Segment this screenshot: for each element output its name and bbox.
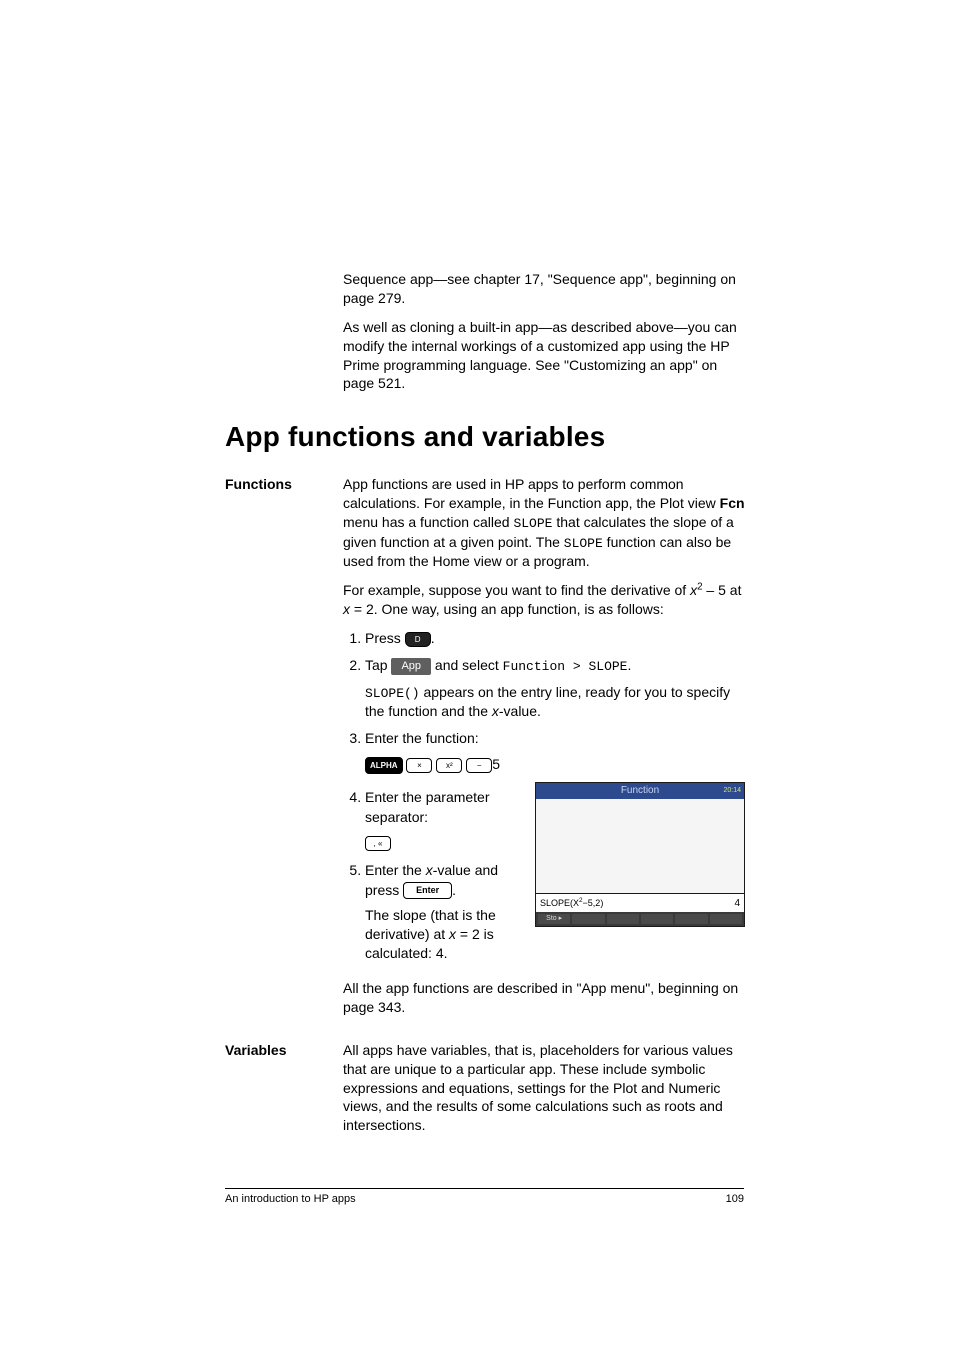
screenshot-result: 4 [734, 898, 740, 909]
softkey-blank [641, 914, 673, 924]
page-footer: An introduction to HP apps 109 [225, 1188, 744, 1205]
page-number: 109 [726, 1193, 744, 1205]
steps-list: Press D. Tap App and select Function > S… [343, 629, 745, 774]
step-2: Tap App and select Function > SLOPE. SLO… [365, 656, 745, 721]
screenshot-entry-line: SLOPE(X2−5,2) 4 [536, 893, 744, 912]
functions-closer: All the app functions are described in "… [343, 979, 745, 1017]
text: −5,2 [583, 898, 601, 908]
var-x: x [449, 926, 456, 942]
text: Tap [365, 657, 391, 673]
screenshot-time: 20:14 [723, 783, 741, 799]
variables-p1: All apps have variables, that is, placeh… [343, 1041, 745, 1135]
text: menu has a function called [343, 514, 513, 530]
app-softkey: App [391, 658, 431, 675]
text: SLOPE [540, 898, 570, 908]
variables-section: Variables All apps have variables, that … [225, 1041, 745, 1145]
screenshot-body [536, 799, 744, 893]
screenshot-title: Function [621, 785, 659, 796]
step-4-keys: , « [365, 833, 521, 853]
var-x: x [426, 862, 433, 878]
section-heading: App functions and variables [225, 421, 745, 453]
var-x: x [492, 703, 499, 719]
softkey-blank [572, 914, 604, 924]
text: For example, suppose you want to find th… [343, 582, 690, 598]
page: Sequence app—see chapter 17, "Sequence a… [0, 0, 954, 1350]
text: = 2. One way, using an app function, is … [350, 601, 664, 617]
text: Enter the function: [365, 730, 479, 746]
softkey-blank [607, 914, 639, 924]
step-4-5-with-screenshot: Enter the parameter separator: , « Enter… [343, 782, 745, 971]
slope-call: SLOPE() [365, 686, 420, 701]
step-3: Enter the function: ALPHA × x² −5 [365, 729, 745, 774]
content-area: Sequence app—see chapter 17, "Sequence a… [225, 270, 745, 1145]
text: -value. [499, 703, 541, 719]
softkey-sto: Sto ▸ [538, 914, 570, 924]
calculator-screenshot: Function 20:14 SLOPE(X2−5,2) 4 Sto ▸ [535, 782, 745, 927]
screenshot-expression: SLOPE(X2−5,2) [540, 898, 603, 908]
text: 5 [492, 756, 500, 772]
var-x: x [343, 601, 350, 617]
intro-p2: As well as cloning a built-in app—as des… [343, 318, 745, 394]
text: and select [431, 657, 503, 673]
left-column: Enter the parameter separator: , « Enter… [343, 782, 521, 971]
text: Enter the parameter separator: [365, 789, 490, 825]
step-4: Enter the parameter separator: , « [365, 788, 521, 853]
intro-continuation: Sequence app—see chapter 17, "Sequence a… [343, 270, 745, 393]
screenshot-titlebar: Function 20:14 [536, 783, 744, 799]
steps-list-cont: Enter the parameter separator: , « Enter… [343, 788, 521, 963]
enter-key-icon: Enter [403, 882, 452, 899]
step-3-keys: ALPHA × x² −5 [365, 755, 745, 775]
slope-mono-1: SLOPE [513, 516, 552, 531]
text: – 5 at [703, 582, 742, 598]
multiply-key-icon: × [406, 758, 432, 773]
text: App functions are used in HP apps to per… [343, 476, 720, 511]
step-5-sub: The slope (that is the derivative) at x … [365, 906, 521, 963]
alpha-key-icon: ALPHA [365, 757, 403, 774]
text: Enter the [365, 862, 426, 878]
step-2-sub: SLOPE() appears on the entry line, ready… [365, 683, 745, 721]
functions-body: App functions are used in HP apps to per… [343, 475, 745, 1026]
xsquared-key-icon: x² [436, 758, 462, 773]
text: . [452, 882, 456, 898]
variables-label: Variables [225, 1041, 343, 1058]
comma-key-icon: , « [365, 836, 391, 851]
text: . [431, 630, 435, 646]
footer-title: An introduction to HP apps [225, 1193, 356, 1205]
softkey-blank [675, 914, 707, 924]
functions-p1: App functions are used in HP apps to per… [343, 475, 745, 571]
text: appears on the entry line, ready for you… [365, 684, 730, 720]
step-1: Press D. [365, 629, 745, 649]
minus-key-icon: − [466, 758, 492, 773]
intro-p1: Sequence app—see chapter 17, "Sequence a… [343, 270, 745, 308]
softkey-blank [710, 914, 742, 924]
text: . [627, 657, 631, 673]
fcn-bold: Fcn [720, 495, 745, 511]
function-slope-path: Function > SLOPE [503, 659, 628, 674]
screenshot-softkey-row: Sto ▸ [536, 912, 744, 926]
toolbox-key-icon: D [405, 632, 431, 647]
functions-p2: For example, suppose you want to find th… [343, 581, 745, 619]
slope-mono-2: SLOPE [564, 536, 603, 551]
functions-label: Functions [225, 475, 343, 492]
variables-body: All apps have variables, that is, placeh… [343, 1041, 745, 1145]
functions-section: Functions App functions are used in HP a… [225, 475, 745, 1026]
step-5: Enter the x-value and press Enter. The s… [365, 861, 521, 963]
text: Press [365, 630, 405, 646]
